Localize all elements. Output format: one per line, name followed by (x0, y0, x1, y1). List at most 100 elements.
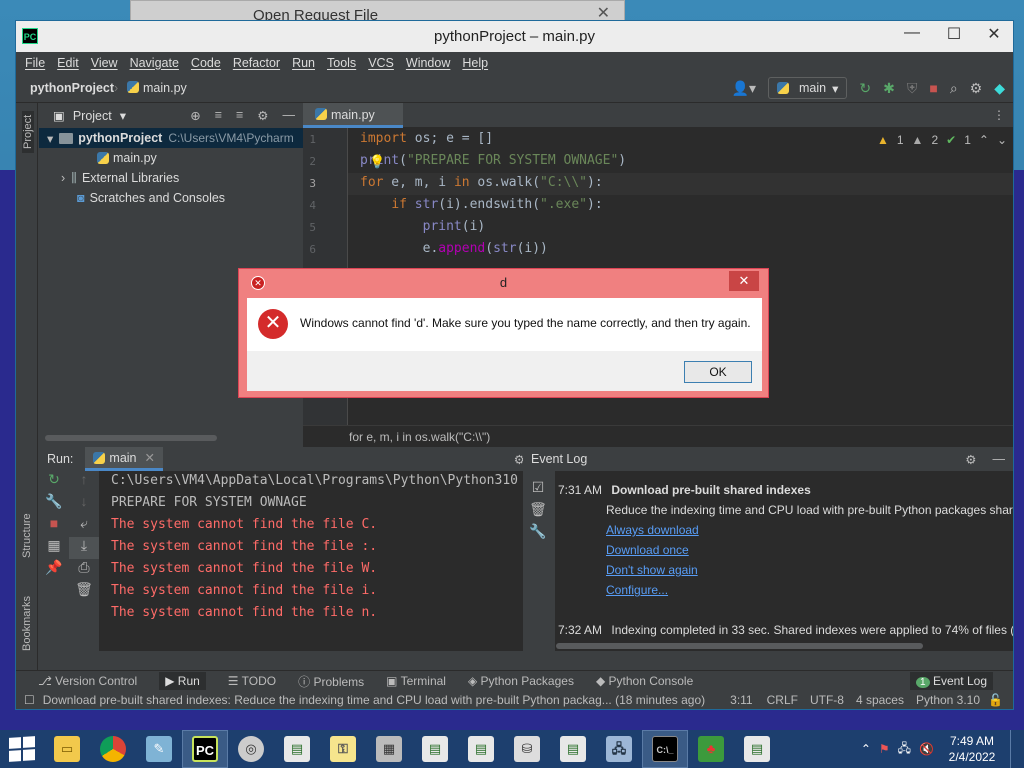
run-console[interactable]: C:\Users\VM4\AppData\Local\Programs\Pyth… (99, 471, 537, 651)
taskbar-notepad[interactable]: ✎ (136, 730, 182, 768)
menu-view[interactable]: View (91, 56, 118, 70)
gear-icon[interactable]: ⚙ (970, 81, 983, 95)
menu-help[interactable]: Help (462, 56, 488, 70)
wrench-icon[interactable]: 🔧 (523, 523, 553, 545)
status-message[interactable]: Download pre-built shared indexes: Reduc… (43, 693, 708, 707)
mark-read-icon[interactable]: ☑ (523, 479, 553, 501)
structure-tool-button[interactable]: Structure (21, 513, 33, 558)
print-icon[interactable]: ⎙ (69, 559, 99, 581)
user-icon[interactable]: 👤▾ (732, 81, 756, 95)
gear-icon[interactable]: ⚙ (257, 108, 268, 123)
menu-tools[interactable]: Tools (327, 56, 356, 70)
lock-icon[interactable]: 🔓 (988, 693, 1003, 707)
taskbar-calculator[interactable]: ▦ (366, 730, 412, 768)
problems-tool[interactable]: ⓘ Problems (298, 673, 364, 690)
taskbar-window[interactable]: ▤ (458, 730, 504, 768)
chevron-down-icon[interactable]: ▾ (47, 131, 53, 146)
tree-item-external-libraries[interactable]: › ⫼ External Libraries (39, 168, 303, 188)
network-status-icon[interactable]: 🖧 (898, 739, 911, 760)
run-tab-main[interactable]: main ✕ (85, 447, 163, 471)
menu-file[interactable]: File (25, 56, 45, 70)
start-button[interactable] (0, 730, 44, 768)
soft-wrap-icon[interactable]: ⤶ (69, 515, 99, 537)
download-once-link[interactable]: Download once (606, 543, 689, 557)
more-icon[interactable]: ⋮ (993, 108, 1005, 122)
taskbar-keys[interactable]: ⚿ (320, 730, 366, 768)
tab-main-py[interactable]: main.py (303, 103, 403, 128)
debug-icon[interactable]: ✱ (883, 81, 895, 95)
taskbar-cmd[interactable]: C:\_ (642, 730, 688, 768)
menu-navigate[interactable]: Navigate (130, 56, 179, 70)
maximize-button[interactable]: ☐ (939, 24, 969, 44)
pin-icon[interactable]: 📌 (39, 559, 69, 581)
inspection-widget[interactable]: ▲ 1 ▲ 2 ✔ 1 ⌃ ⌄ (877, 133, 1007, 147)
dialog-close-button[interactable]: ✕ (729, 271, 759, 291)
gear-icon[interactable]: ⚙ (965, 452, 992, 467)
wrench-icon[interactable]: 🔧 (39, 493, 69, 515)
close-icon[interactable]: ✕ (145, 450, 155, 465)
clock[interactable]: 7:49 AM 2/4/2022 (942, 733, 1002, 765)
taskbar-window[interactable]: ▤ (734, 730, 780, 768)
editor-breadcrumb[interactable]: for e, m, i in os.walk("C:\\") (303, 425, 1013, 447)
trash-icon[interactable]: 🗑 (69, 581, 99, 603)
taskbar-window[interactable]: ▤ (274, 730, 320, 768)
ok-button[interactable]: OK (684, 361, 752, 383)
horizontal-scrollbar[interactable] (556, 643, 923, 649)
jetbrains-icon[interactable]: ◆ (994, 81, 1005, 95)
tree-item-project-root[interactable]: ▾ pythonProject C:\Users\VM4\Pycharm (39, 128, 303, 148)
lightbulb-icon[interactable]: 💡 (369, 154, 385, 170)
taskbar-explorer[interactable]: ▭ (44, 730, 90, 768)
collapse-all-icon[interactable]: ≡ (236, 108, 243, 123)
chevron-up-icon[interactable]: ⌃ (979, 133, 989, 147)
taskbar-pycharm[interactable]: PC (182, 730, 228, 768)
locate-icon[interactable]: ⊕ (190, 108, 200, 123)
breadcrumb-file[interactable]: main.py (127, 81, 187, 95)
tree-item-scratches[interactable]: ◙ Scratches and Consoles (39, 188, 303, 208)
minimize-button[interactable]: — (897, 24, 927, 42)
hide-icon[interactable]: — (283, 108, 296, 123)
taskbar-games[interactable]: ♣ (688, 730, 734, 768)
tree-item-main-py[interactable]: main.py (39, 148, 303, 168)
bookmarks-tool-button[interactable]: Bookmarks (21, 596, 33, 651)
menu-edit[interactable]: Edit (57, 56, 79, 70)
volume-muted-icon[interactable]: 🔇 (919, 742, 934, 756)
dont-show-again-link[interactable]: Don't show again (606, 563, 698, 577)
python-packages-tool[interactable]: ◈ Python Packages (468, 674, 574, 688)
menu-refactor[interactable]: Refactor (233, 56, 280, 70)
search-icon[interactable]: ⌕ (950, 81, 958, 95)
taskbar-chrome[interactable] (90, 730, 136, 768)
menu-window[interactable]: Window (406, 56, 450, 70)
indent-setting[interactable]: 4 spaces (856, 693, 904, 707)
always-download-link[interactable]: Always download (606, 523, 699, 537)
stop-icon[interactable]: ■ (39, 515, 69, 537)
version-control-tool[interactable]: ⎇ Version Control (38, 674, 137, 688)
file-encoding[interactable]: UTF-8 (810, 693, 844, 707)
expand-all-icon[interactable]: ≡ (215, 108, 222, 123)
chevron-right-icon[interactable]: › (61, 171, 65, 185)
run-tool[interactable]: ▶ Run (159, 672, 206, 690)
todo-tool[interactable]: ☰ TODO (228, 674, 276, 688)
menu-run[interactable]: Run (292, 56, 315, 70)
checkbox-icon[interactable]: ☐ (24, 693, 35, 707)
horizontal-scrollbar[interactable] (45, 435, 217, 441)
show-desktop-button[interactable] (1010, 730, 1014, 768)
arrow-up-icon[interactable]: ↑ (69, 471, 99, 493)
chevron-up-icon[interactable]: ⌃ (861, 742, 871, 756)
terminal-tool[interactable]: ▣ Terminal (386, 674, 446, 688)
rerun-icon[interactable]: ↻ (859, 81, 871, 95)
scroll-to-end-icon[interactable]: ⤓ (69, 537, 99, 559)
configure-link[interactable]: Configure... (606, 583, 668, 597)
python-console-tool[interactable]: ◆ Python Console (596, 674, 693, 688)
coverage-icon[interactable]: ⛨ (907, 81, 918, 95)
menu-code[interactable]: Code (191, 56, 221, 70)
event-log-tool[interactable]: 1 Event Log (910, 672, 993, 690)
flag-icon[interactable]: ⚑ (879, 742, 890, 756)
run-config-selector[interactable]: main ▾ (768, 77, 848, 99)
close-button[interactable]: ✕ (979, 24, 1009, 44)
caret-position[interactable]: 3:11 (730, 693, 752, 707)
chevron-down-icon[interactable]: ▾ (120, 108, 126, 123)
trash-icon[interactable]: 🗑 (523, 501, 553, 523)
project-panel-title[interactable]: Project (73, 109, 112, 123)
hide-icon[interactable]: — (993, 452, 1014, 466)
chevron-down-icon[interactable]: ⌄ (997, 133, 1007, 147)
